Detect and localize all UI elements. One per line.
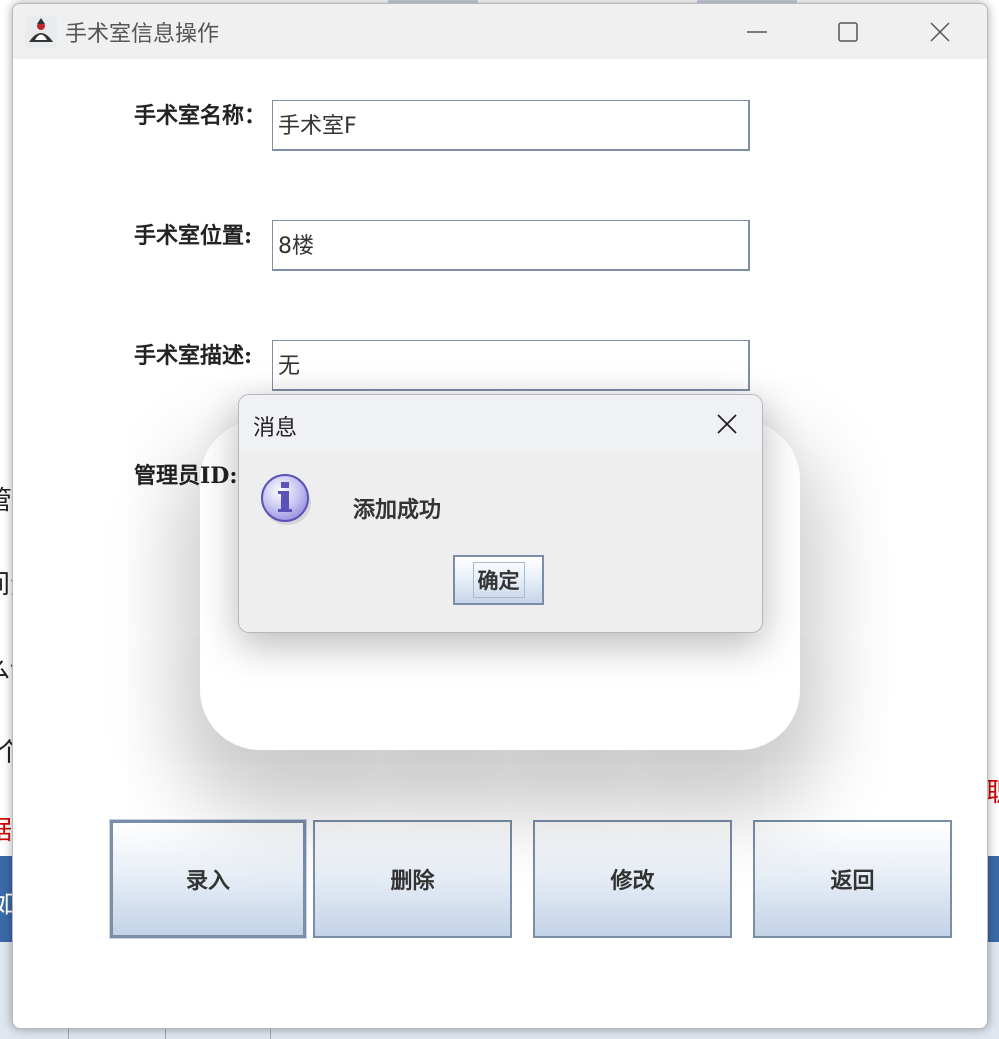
dialog-title: 消息 [253,416,298,441]
close-icon [717,414,737,434]
ok-button-label: 确定 [472,562,525,598]
maximize-button[interactable] [828,14,868,50]
close-button[interactable] [920,14,960,50]
modify-button[interactable]: 修改 [533,820,732,938]
dialog-close-button[interactable] [709,407,745,441]
dialog-message: 添加成功 [353,497,442,523]
room-name-label: 手术室名称： [134,103,267,129]
background-text-fragment: 据 [0,818,12,844]
room-name-field[interactable]: 手术室F [272,100,750,151]
java-app-icon [25,16,57,48]
minimize-button[interactable] [737,14,777,50]
minimize-icon [747,31,767,33]
background-text-fragment: 管 [0,488,12,514]
ok-button[interactable]: 确定 [453,555,544,605]
dialog-titlebar[interactable]: 消息 [239,395,762,451]
close-icon [930,22,950,42]
room-description-field[interactable]: 无 [272,340,750,391]
enter-button[interactable]: 录入 [109,819,307,939]
message-dialog: 消息 添加成功 确定 [238,394,763,633]
window-title: 手术室信息操作 [65,22,220,47]
room-location-field[interactable]: 8楼 [272,220,750,271]
room-location-label: 手术室位置: [134,223,253,249]
delete-button[interactable]: 删除 [313,820,512,938]
maximize-icon [838,22,858,42]
window-titlebar[interactable]: 手术室信息操作 [13,4,987,59]
room-description-label: 手术室描述: [134,343,253,369]
info-icon [260,473,312,525]
back-button[interactable]: 返回 [753,820,952,938]
